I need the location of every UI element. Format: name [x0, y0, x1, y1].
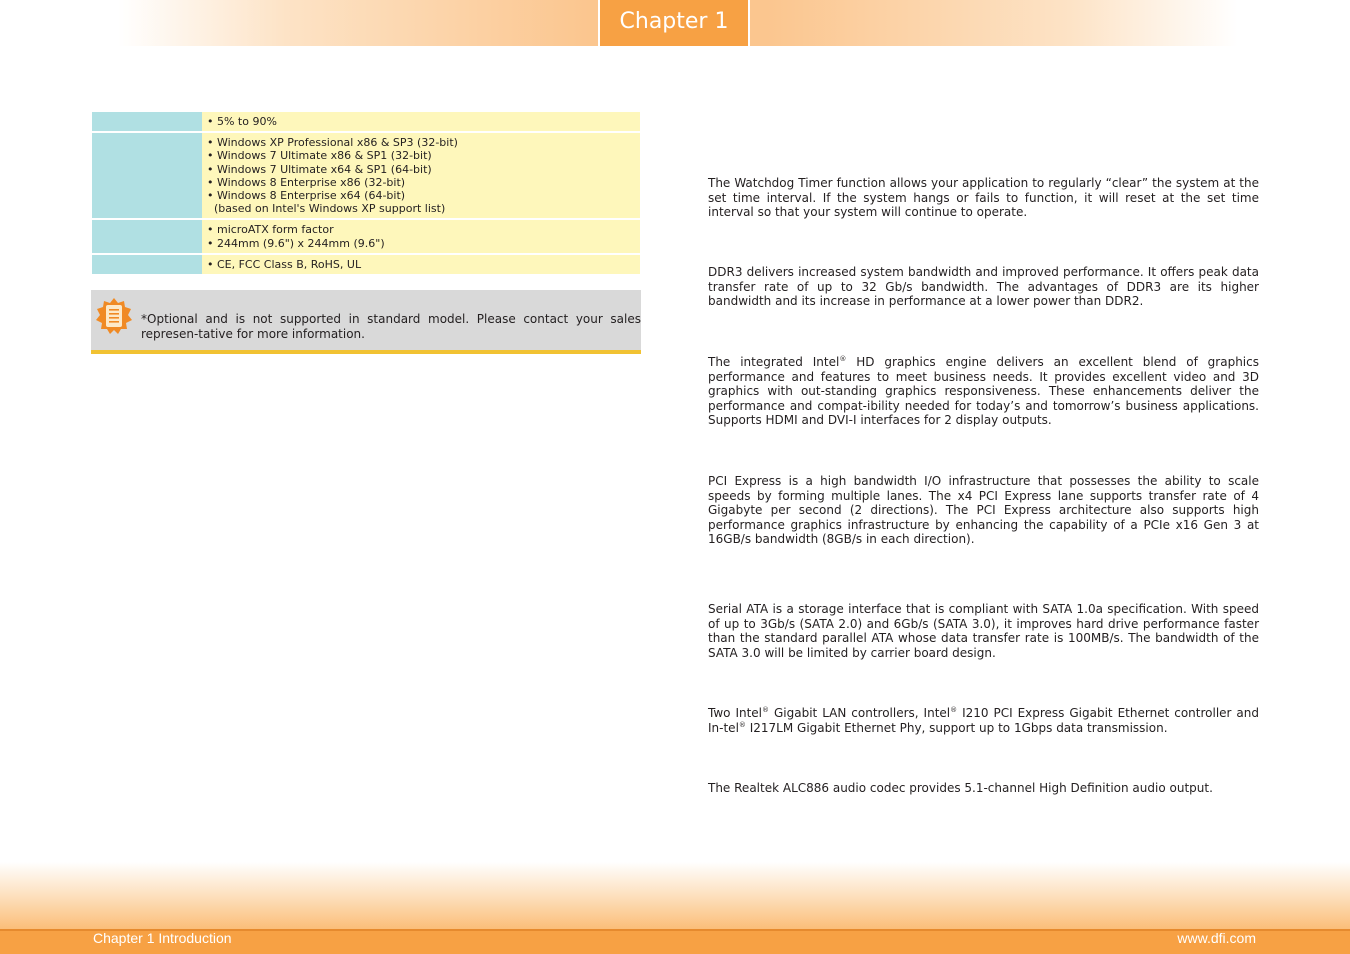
- sata-paragraph: Serial ATA is a storage interface that i…: [708, 602, 1259, 660]
- audio-paragraph: The Realtek ALC886 audio codec provides …: [708, 781, 1213, 795]
- spec-line: • Windows 8 Enterprise x86 (32-bit): [207, 175, 406, 189]
- spec-table: • 5% to 90% • Windows XP Professional x86…: [92, 110, 640, 276]
- note-box: *Optional and is not supported in standa…: [91, 290, 641, 354]
- spec-line: • Windows 8 Enterprise x64 (64-bit): [207, 189, 406, 203]
- spec-row: • CE, FCC Class B, RoHS, UL: [92, 254, 640, 275]
- spec-label-cell: [92, 220, 202, 253]
- spec-label-cell: [92, 254, 202, 275]
- ddr3-paragraph: DDR3 delivers increased system bandwidth…: [708, 265, 1259, 309]
- spec-value-cell: • microATX form factor • 244mm (9.6") x 2…: [202, 220, 640, 253]
- graphics-paragraph: The integrated Intel® HD graphics engine…: [708, 355, 1259, 428]
- spec-row: • Windows XP Professional x86 & SP3 (32-…: [92, 133, 640, 219]
- note-text: *Optional and is not supported in standa…: [141, 312, 641, 341]
- spec-value-cell: • Windows XP Professional x86 & SP3 (32-…: [202, 133, 640, 219]
- spec-line: • Windows 7 Ultimate x86 & SP1 (32-bit): [207, 149, 432, 163]
- note-icon: [96, 298, 132, 334]
- chapter-tab: Chapter 1: [598, 0, 750, 46]
- footer-website-link[interactable]: www.dfi.com: [1177, 929, 1256, 947]
- spec-line: (based on Intel's Windows XP support lis…: [207, 202, 446, 216]
- spec-row: • microATX form factor • 244mm (9.6") x 2…: [92, 220, 640, 253]
- footer-gradient: [0, 862, 1350, 932]
- footer-chapter-label: Chapter 1 Introduction: [93, 930, 232, 946]
- spec-label-cell: [92, 112, 202, 132]
- spec-value-cell: • 5% to 90%: [202, 112, 640, 132]
- spec-line: • 244mm (9.6") x 244mm (9.6"): [207, 236, 385, 250]
- spec-line: • Windows XP Professional x86 & SP3 (32-…: [207, 136, 458, 150]
- spec-label-cell: [92, 133, 202, 219]
- spec-line: • Windows 7 Ultimate x64 & SP1 (64-bit): [207, 162, 432, 176]
- spec-line: • 5% to 90%: [207, 115, 277, 128]
- spec-line: • microATX form factor: [207, 223, 334, 237]
- spec-line: • CE, FCC Class B, RoHS, UL: [207, 257, 362, 271]
- spec-value-cell: • CE, FCC Class B, RoHS, UL: [202, 254, 640, 275]
- watchdog-paragraph: The Watchdog Timer function allows your …: [708, 176, 1259, 220]
- spec-row: • 5% to 90%: [92, 112, 640, 132]
- lan-paragraph: Two Intel® Gigabit LAN controllers, Inte…: [708, 706, 1260, 735]
- pcie-paragraph: PCI Express is a high bandwidth I/O infr…: [708, 474, 1259, 547]
